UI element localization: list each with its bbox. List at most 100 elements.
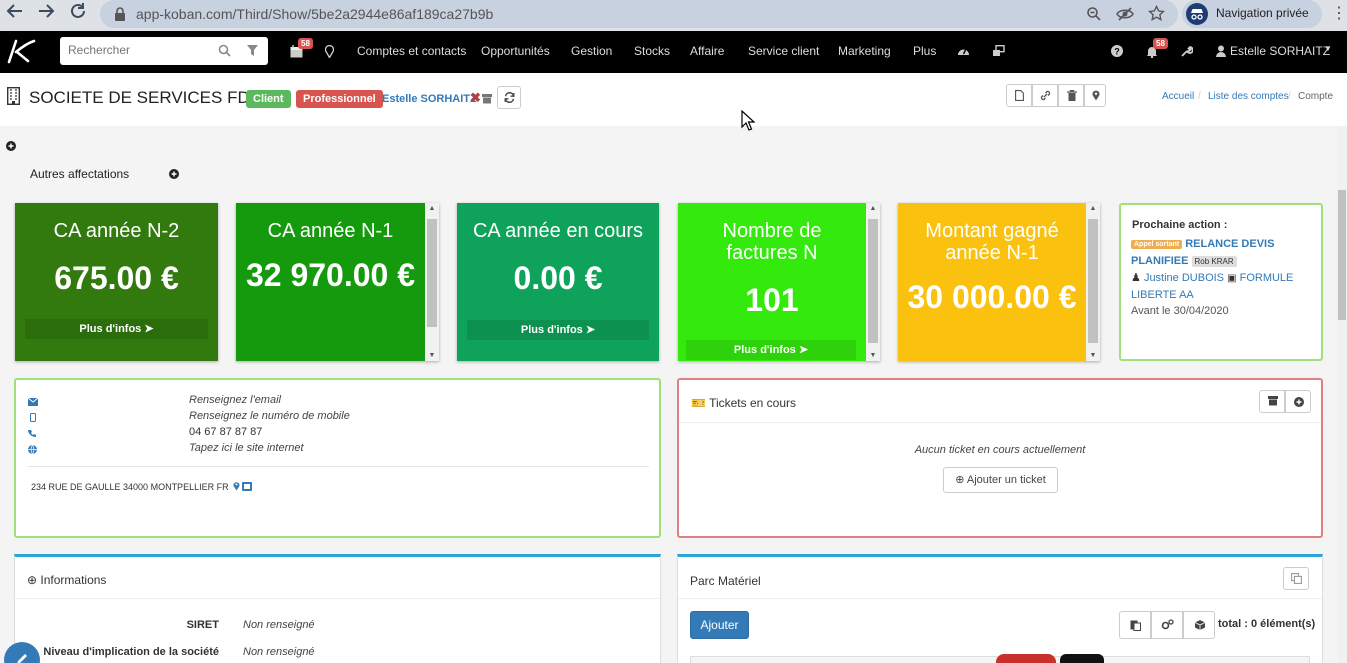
scroll-down-icon[interactable]: ▼ bbox=[866, 352, 880, 359]
autres-affectations-label: Autres affectations bbox=[30, 167, 130, 181]
nav-gestion[interactable]: Gestion bbox=[571, 44, 612, 58]
kpi-scrollbar[interactable]: ▲ ▼ bbox=[866, 203, 880, 361]
add-ticket-button[interactable]: ⊕ Ajouter un ticket bbox=[943, 467, 1058, 493]
due-date: Avant le 30/04/2020 bbox=[1131, 305, 1229, 317]
parc-copy-button[interactable] bbox=[1283, 567, 1309, 590]
back-arrow-icon[interactable] bbox=[4, 0, 26, 22]
kpi-more-link[interactable]: Plus d'infos ➤ bbox=[25, 319, 208, 339]
search-box bbox=[60, 37, 268, 65]
link-button[interactable] bbox=[1032, 84, 1058, 107]
scroll-thumb[interactable] bbox=[1088, 219, 1098, 343]
kpi-more-link[interactable]: Plus d'infos ➤ bbox=[686, 340, 856, 360]
zoom-icon[interactable] bbox=[1086, 6, 1102, 22]
nav-plus[interactable]: Plus bbox=[913, 44, 936, 58]
plus-circle-icon: ⊕ bbox=[27, 573, 38, 587]
settings-button[interactable] bbox=[1151, 611, 1183, 639]
scroll-up-icon[interactable]: ▲ bbox=[1086, 205, 1100, 212]
map-button[interactable] bbox=[1084, 84, 1106, 107]
mobile-icon bbox=[30, 413, 36, 422]
map-marker-icon[interactable] bbox=[325, 45, 334, 58]
phone-icon bbox=[28, 429, 37, 438]
kpi-value: 0.00 € bbox=[513, 260, 603, 296]
nav-stocks[interactable]: Stocks bbox=[634, 44, 670, 58]
archive-icon[interactable] bbox=[482, 94, 492, 104]
kpi-more-link[interactable]: Plus d'infos ➤ bbox=[467, 320, 649, 340]
search-input[interactable] bbox=[68, 43, 208, 57]
kpi-scrollbar[interactable]: ▲ ▼ bbox=[1086, 203, 1100, 361]
map-marker-icon[interactable] bbox=[233, 481, 240, 491]
wrench-icon[interactable] bbox=[1181, 45, 1193, 57]
kpi-ca-en-cours: CA année en cours 0.00 € Plus d'infos ➤ bbox=[457, 203, 659, 361]
email-field[interactable]: Renseignez l'email bbox=[189, 394, 281, 406]
next-action-title: Prochaine action : bbox=[1132, 219, 1228, 231]
lock-icon bbox=[114, 7, 126, 21]
browser-menu-icon[interactable]: ⋮ bbox=[1331, 6, 1347, 22]
tickets-archive-button[interactable] bbox=[1259, 390, 1285, 413]
owner-link[interactable]: Estelle SORHAITZ bbox=[382, 93, 477, 105]
page-scrollbar[interactable] bbox=[1337, 126, 1347, 663]
forward-arrow-icon[interactable] bbox=[35, 0, 57, 22]
breadcrumb-liste[interactable]: Liste des comptes bbox=[1208, 91, 1289, 102]
copy-icon bbox=[1291, 573, 1302, 584]
informations-header[interactable]: ⊕ Informations bbox=[27, 573, 106, 587]
parc-add-button[interactable]: Ajouter bbox=[690, 611, 749, 639]
page-scroll-thumb[interactable] bbox=[1338, 190, 1346, 320]
user-menu[interactable]: Estelle SORHAITZ bbox=[1230, 44, 1330, 58]
nav-comptes[interactable]: Comptes et contacts bbox=[357, 44, 466, 58]
calendar-badge: 58 bbox=[298, 38, 313, 49]
user-icon bbox=[1216, 45, 1226, 57]
overlay-dark-tab[interactable] bbox=[1060, 654, 1104, 663]
scroll-down-icon[interactable]: ▼ bbox=[425, 352, 439, 359]
informations-title: Informations bbox=[40, 573, 107, 587]
bookmark-star-icon[interactable] bbox=[1148, 5, 1165, 22]
website-field[interactable]: Tapez ici le site internet bbox=[189, 442, 304, 454]
kpi-title: CA année en cours bbox=[472, 220, 644, 242]
mail-address-icon[interactable] bbox=[242, 482, 252, 491]
tickets-title: Tickets en cours bbox=[709, 396, 796, 410]
action-type-badge: Appel sortant bbox=[1131, 240, 1183, 249]
nav-marketing[interactable]: Marketing bbox=[838, 44, 891, 58]
gears-icon bbox=[1161, 619, 1174, 630]
arrow-circle-right-icon: ➤ bbox=[798, 344, 809, 356]
scroll-up-icon[interactable]: ▲ bbox=[866, 205, 880, 212]
delete-button[interactable] bbox=[1058, 84, 1084, 107]
scroll-down-icon[interactable]: ▼ bbox=[1086, 352, 1100, 359]
paste-button[interactable] bbox=[1119, 611, 1151, 639]
scroll-thumb[interactable] bbox=[427, 219, 437, 327]
refresh-button[interactable] bbox=[497, 86, 521, 109]
remove-owner-icon[interactable]: ✖ bbox=[470, 90, 481, 106]
scroll-up-icon[interactable]: ▲ bbox=[425, 205, 439, 212]
help-icon[interactable]: ? bbox=[1111, 45, 1123, 57]
caret-down-icon[interactable]: ▼ bbox=[1324, 44, 1332, 53]
windows-icon[interactable] bbox=[992, 45, 1005, 57]
kpi-title: Nombre de factures N bbox=[722, 220, 822, 264]
reload-icon[interactable] bbox=[67, 0, 89, 22]
kpi-value: 32 970.00 € bbox=[245, 257, 416, 293]
scroll-thumb[interactable] bbox=[868, 219, 878, 343]
implication-value[interactable]: Non renseigné bbox=[243, 646, 315, 658]
nav-affaire[interactable]: Affaire bbox=[690, 44, 724, 58]
mobile-field[interactable]: Renseignez le numéro de mobile bbox=[189, 410, 350, 422]
phone-field[interactable]: 04 67 87 87 87 bbox=[189, 426, 262, 438]
add-affectation-icon[interactable] bbox=[169, 169, 179, 179]
tickets-add-button[interactable] bbox=[1285, 390, 1311, 413]
nav-service-client[interactable]: Service client bbox=[748, 44, 819, 58]
breadcrumb-compte: Compte bbox=[1298, 91, 1334, 102]
contact-link[interactable]: Justine DUBOIS bbox=[1144, 272, 1224, 284]
globe-icon bbox=[28, 445, 37, 454]
cube-button[interactable] bbox=[1183, 611, 1215, 639]
kpi-title: Montant gagné année N-1 bbox=[925, 220, 1059, 264]
search-icon[interactable] bbox=[218, 44, 231, 57]
breadcrumb-accueil[interactable]: Accueil bbox=[1162, 91, 1194, 102]
plus-circle-icon[interactable] bbox=[6, 141, 16, 151]
filter-icon[interactable] bbox=[247, 45, 258, 56]
pdf-button[interactable] bbox=[1006, 84, 1032, 107]
overlay-red-tab[interactable] bbox=[996, 654, 1056, 663]
dashboard-icon[interactable] bbox=[957, 45, 970, 57]
tracking-off-icon[interactable] bbox=[1116, 6, 1134, 22]
user-icon: ♟ bbox=[1131, 272, 1141, 284]
kpi-scrollbar[interactable]: ▲ ▼ bbox=[425, 203, 439, 361]
mouse-cursor-icon bbox=[741, 110, 755, 131]
siret-value[interactable]: Non renseigné bbox=[243, 619, 315, 631]
nav-opportunites[interactable]: Opportunités bbox=[481, 44, 550, 58]
